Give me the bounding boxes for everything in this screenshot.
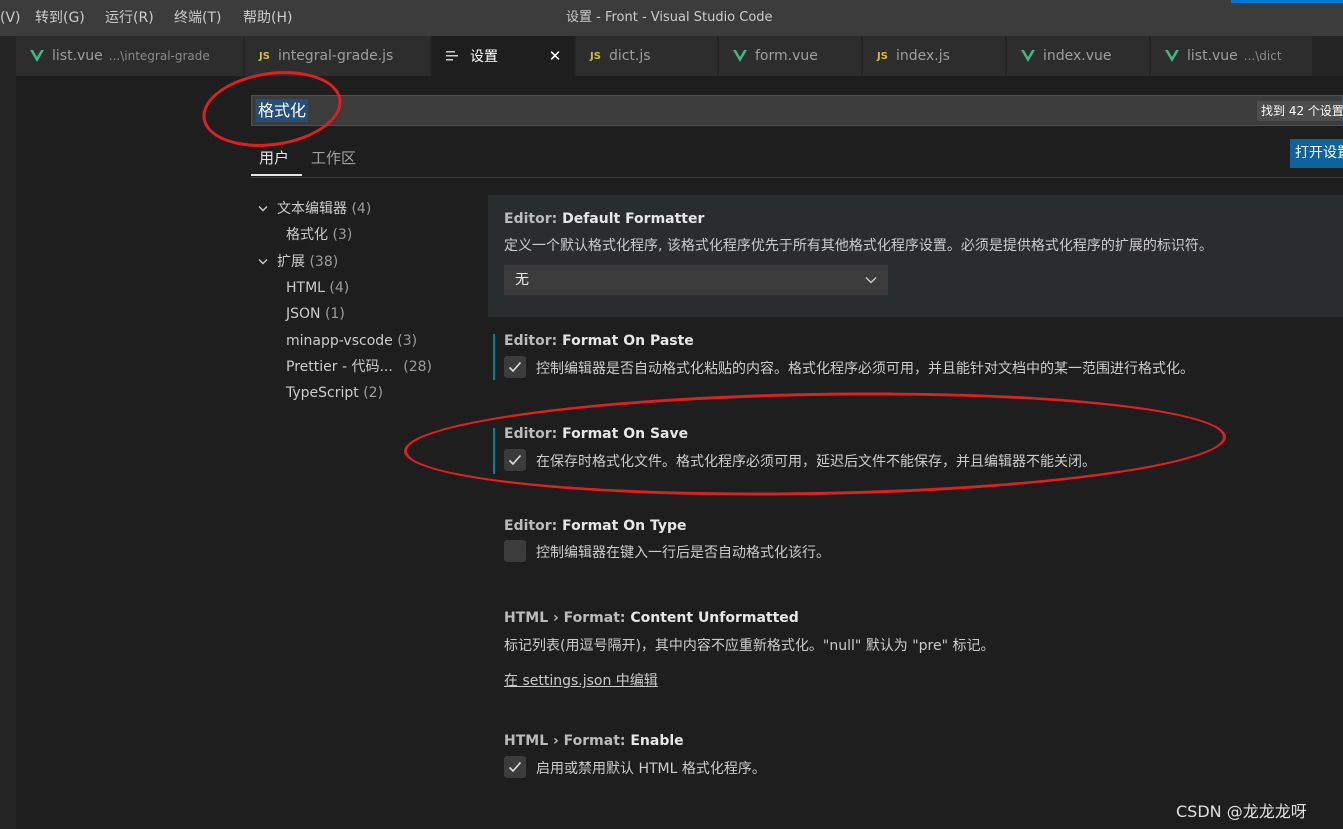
toc-label: TypeScript xyxy=(286,385,359,401)
vue-icon xyxy=(733,50,747,62)
menu-run[interactable]: 运行(R) xyxy=(105,0,154,36)
toc-item-typescript[interactable]: TypeScript (2) xyxy=(286,383,383,403)
select-value: 无 xyxy=(515,272,529,288)
settings-editor-icon xyxy=(446,51,458,61)
check-icon xyxy=(508,761,522,773)
toc-item-formatting[interactable]: 格式化 (3) xyxy=(286,225,352,245)
open-settings-json-button[interactable]: 打开设置 xyxy=(1290,139,1343,168)
default-formatter-select[interactable]: 无 xyxy=(504,265,888,295)
modified-indicator xyxy=(493,334,495,380)
toc-label: HTML xyxy=(286,280,325,296)
toc-count: (4) xyxy=(329,280,350,296)
tab-label: index.vue xyxy=(1043,48,1112,64)
scope-tab-user[interactable]: 用户 xyxy=(259,147,289,169)
tab-list-vue-integral-grade[interactable]: list.vue ...\integral-grade xyxy=(16,36,244,76)
js-icon: JS xyxy=(877,50,888,62)
toc-item-text-editor[interactable]: 文本编辑器 (4) xyxy=(277,199,371,219)
setting-description: 控制编辑器在键入一行后是否自动格式化该行。 xyxy=(536,545,830,561)
toc-label: JSON xyxy=(286,306,321,322)
title-bar: (V) 转到(G) 运行(R) 终端(T) 帮助(H) 设置 - Front -… xyxy=(0,0,1343,36)
chevron-down-icon xyxy=(865,277,877,284)
toc-count: (38) xyxy=(309,254,339,270)
setting-description: 控制编辑器是否自动格式化粘贴的内容。格式化程序必须可用，并且能针对文档中的某一范… xyxy=(536,361,1194,377)
active-scope-underline xyxy=(251,174,302,176)
settings-search-box[interactable]: 格式化 找到 42 个设置 xyxy=(251,95,1343,126)
toc-item-extensions[interactable]: 扩展 (38) xyxy=(277,252,338,272)
menu-help[interactable]: 帮助(H) xyxy=(243,0,292,36)
tab-label: integral-grade.js xyxy=(277,48,394,64)
toc-item-minapp-vscode[interactable]: minapp-vscode (3) xyxy=(286,331,417,351)
tab-description: ...\dict xyxy=(1243,49,1282,63)
toc-count: (2) xyxy=(363,385,384,401)
setting-description: 启用或禁用默认 HTML 格式化程序。 xyxy=(536,761,766,777)
annotation-ellipse-format-on-save xyxy=(403,385,1227,503)
tab-label: dict.js xyxy=(608,48,651,64)
menu-view[interactable]: (V) xyxy=(0,0,21,36)
chevron-down-icon[interactable] xyxy=(258,258,268,266)
toc-item-prettier[interactable]: Prettier - 代码... (28) xyxy=(286,357,432,377)
toc-label: minapp-vscode xyxy=(286,333,393,349)
setting-title: HTML › Format: Content Unformatted xyxy=(504,610,799,626)
tab-form-vue[interactable]: form.vue xyxy=(719,36,862,76)
js-icon: JS xyxy=(259,50,270,62)
title-accent-bar xyxy=(1231,0,1343,3)
tab-settings[interactable]: 设置 ✕ xyxy=(432,36,575,76)
toc-count: (28) xyxy=(403,359,433,375)
toc-label: Prettier - 代码... xyxy=(286,359,393,375)
tab-label: form.vue xyxy=(755,48,818,64)
setting-title: Editor: Default Formatter xyxy=(504,211,705,227)
toc-count: (3) xyxy=(332,227,353,243)
check-icon xyxy=(508,361,522,373)
menu-terminal[interactable]: 终端(T) xyxy=(174,0,221,36)
tab-label: list.vue xyxy=(1187,48,1238,64)
tab-label: index.js xyxy=(895,48,950,64)
menu-go[interactable]: 转到(G) xyxy=(35,0,85,36)
scope-divider xyxy=(251,177,1343,178)
editor-tab-bar: list.vue ...\integral-grade JS integral-… xyxy=(0,36,1343,76)
scope-tab-workspace[interactable]: 工作区 xyxy=(311,147,356,169)
toc-count: (3) xyxy=(397,333,418,349)
toc-count: (4) xyxy=(351,201,372,217)
format-on-paste-checkbox[interactable] xyxy=(504,356,526,378)
vue-icon xyxy=(1165,50,1179,62)
setting-description: 定义一个默认格式化程序, 该格式化程序优先于所有其他格式化程序设置。必须是提供格… xyxy=(504,238,1213,254)
close-tab-icon[interactable]: ✕ xyxy=(546,47,564,65)
tab-label: list.vue xyxy=(52,48,103,64)
toc-label: 扩展 xyxy=(277,254,305,270)
setting-title: HTML › Format: Enable xyxy=(504,733,684,749)
setting-title: Editor: Format On Type xyxy=(504,518,687,534)
toc-item-json[interactable]: JSON (1) xyxy=(286,304,345,324)
toc-item-html[interactable]: HTML (4) xyxy=(286,278,349,298)
toc-count: (1) xyxy=(324,306,345,322)
annotation-ellipse-search xyxy=(197,62,347,156)
tab-label: 设置 xyxy=(470,49,498,65)
watermark: CSDN @龙龙龙呀 xyxy=(1176,802,1307,821)
format-on-type-checkbox[interactable] xyxy=(504,540,526,562)
vue-icon xyxy=(30,50,44,62)
search-result-count: 找到 42 个设置 xyxy=(1257,101,1343,121)
tab-index-js[interactable]: JS index.js xyxy=(863,36,1006,76)
setting-description: 标记列表(用逗号隔开)，其中内容不应重新格式化。"null" 默认为 "pre"… xyxy=(504,638,995,654)
activity-strip xyxy=(0,76,16,829)
toc-label: 文本编辑器 xyxy=(277,201,347,217)
tab-dict-js[interactable]: JS dict.js xyxy=(576,36,718,76)
toc-label: 格式化 xyxy=(286,227,328,243)
tab-integral-grade-js[interactable]: JS integral-grade.js xyxy=(245,36,431,76)
window-title: 设置 - Front - Visual Studio Code xyxy=(566,10,773,25)
js-icon: JS xyxy=(590,50,601,62)
tab-description: ...\integral-grade xyxy=(108,49,210,63)
setting-title: Editor: Format On Paste xyxy=(504,333,694,349)
tab-index-vue[interactable]: index.vue xyxy=(1007,36,1150,76)
html-format-enable-checkbox[interactable] xyxy=(504,756,526,778)
chevron-down-icon[interactable] xyxy=(258,205,268,213)
tab-list-vue-dict[interactable]: list.vue ...\dict xyxy=(1151,36,1313,76)
vue-icon xyxy=(1021,50,1035,62)
edit-in-settings-json-link[interactable]: 在 settings.json 中编辑 xyxy=(504,670,658,690)
